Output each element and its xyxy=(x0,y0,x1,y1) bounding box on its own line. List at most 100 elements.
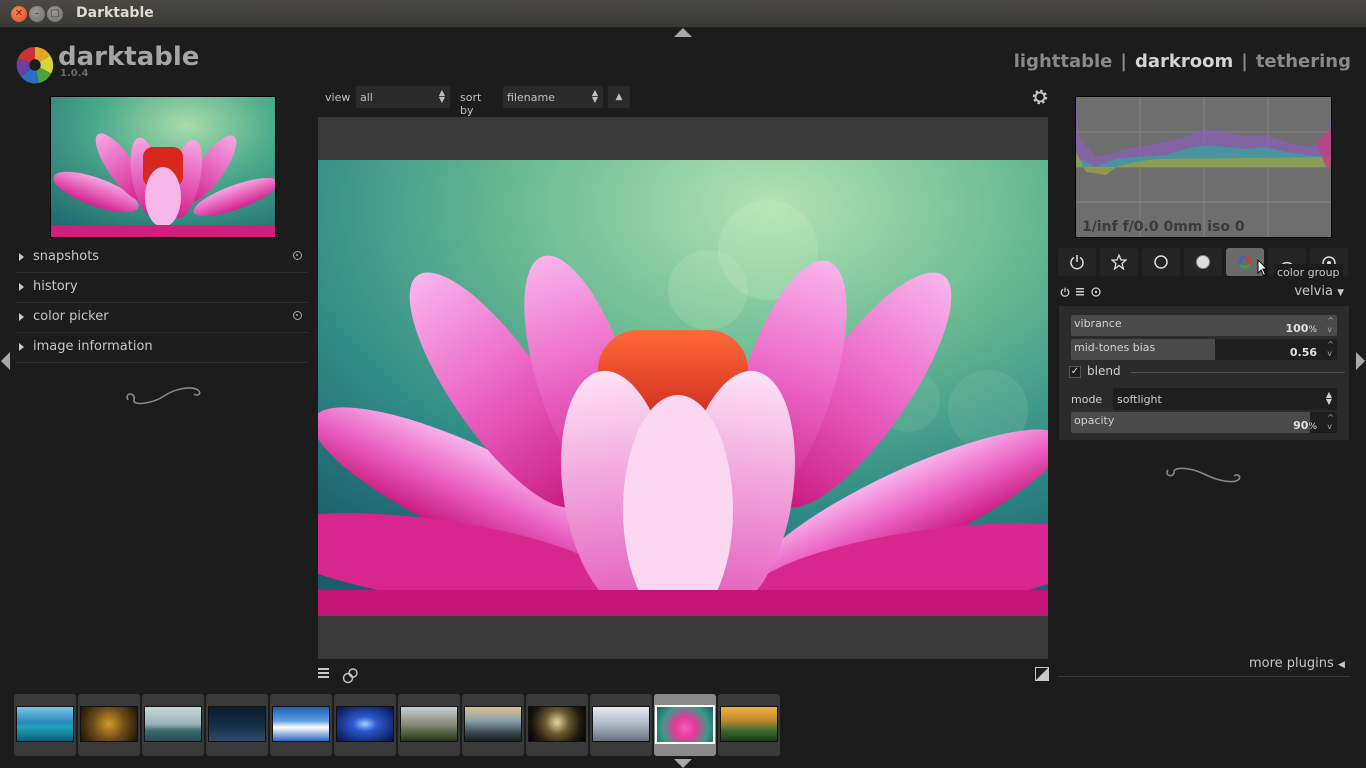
group-basic-button[interactable] xyxy=(1142,248,1180,276)
expand-triangle-icon xyxy=(19,253,24,261)
power-icon xyxy=(1070,255,1084,270)
filmstrip-thumbnail[interactable] xyxy=(78,694,140,756)
filmstrip-thumbnail-image xyxy=(464,706,522,742)
collapse-top-panel-arrow-icon[interactable] xyxy=(674,28,692,37)
blend-mode-row: mode softlight ▲ ▼ xyxy=(1071,388,1337,410)
collapse-left-panel-arrow-icon[interactable] xyxy=(1,352,10,370)
view-tethering[interactable]: tethering xyxy=(1256,51,1351,72)
close-window-button[interactable]: ✕ xyxy=(11,6,27,22)
blend-mode-combo[interactable]: softlight ▲ ▼ xyxy=(1113,388,1337,410)
filmstrip-thumbnail[interactable] xyxy=(142,694,204,756)
view-darkroom[interactable]: darkroom xyxy=(1135,51,1233,72)
blend-row: ✓ blend xyxy=(1069,364,1345,382)
module-name[interactable]: velvia ▼ xyxy=(1294,284,1344,299)
sort-direction-button[interactable]: ▲ xyxy=(608,86,630,108)
mid-tones-bias-value: 0.56 xyxy=(1289,346,1317,359)
filmstrip-thumbnail-image xyxy=(528,706,586,742)
history-panel[interactable]: history xyxy=(16,273,308,303)
opacity-label: opacity xyxy=(1074,414,1115,427)
group-favorites-button[interactable] xyxy=(1100,248,1138,276)
filmstrip-thumbnail-image xyxy=(400,706,458,742)
color-picker-panel[interactable]: color picker xyxy=(16,303,308,333)
filmstrip-thumbnail-image xyxy=(655,705,715,744)
filmstrip-thumbnail-image xyxy=(336,706,394,742)
quick-access-menu-icon[interactable] xyxy=(318,667,329,678)
module-enable-icon[interactable] xyxy=(1060,287,1070,297)
blend-checkbox[interactable]: ✓ xyxy=(1069,366,1081,378)
filmstrip-thumbnail[interactable] xyxy=(334,694,396,756)
star-icon xyxy=(1111,254,1127,270)
styles-icon[interactable] xyxy=(342,667,359,684)
image-information-panel[interactable]: image information xyxy=(16,333,308,363)
expand-triangle-icon xyxy=(19,343,24,351)
panel-end-ornament-icon xyxy=(1166,467,1241,483)
snapshots-label: snapshots xyxy=(33,249,100,264)
blend-label: blend xyxy=(1087,364,1121,378)
filmstrip-thumbnail[interactable] xyxy=(718,694,780,756)
filmstrip-thumbnail-image xyxy=(720,706,778,742)
collapse-bottom-panel-arrow-icon[interactable] xyxy=(674,759,692,768)
view-separator: | xyxy=(1241,51,1248,72)
gear-icon[interactable] xyxy=(1031,88,1049,106)
spin-arrows-icon[interactable]: ^ v xyxy=(1327,316,1334,334)
histogram[interactable]: 1/inf f/0.0 0mm iso 0 xyxy=(1075,96,1332,238)
spin-arrows-icon[interactable]: ^ v xyxy=(1327,340,1334,358)
history-label: history xyxy=(33,279,78,294)
sort-by-combo[interactable]: filename ▲ ▼ xyxy=(503,86,603,108)
updown-icon: ▲ ▼ xyxy=(591,88,598,104)
darktable-logo-icon xyxy=(16,46,54,84)
filmstrip-thumbnail-image xyxy=(272,706,330,742)
filmstrip-thumbnail[interactable] xyxy=(14,694,76,756)
more-plugins-button[interactable]: more plugins ◀ xyxy=(1249,656,1345,671)
velvia-module: vibrance 100% ^ v mid-tones bias 0.56 ^ v … xyxy=(1058,305,1350,441)
collapse-right-panel-arrow-icon[interactable] xyxy=(1356,352,1365,370)
vibrance-label: vibrance xyxy=(1074,317,1122,330)
filmstrip-thumbnail[interactable] xyxy=(398,694,460,756)
filmstrip-thumbnail[interactable] xyxy=(270,694,332,756)
sort-by-value: filename xyxy=(507,91,555,104)
navigation-thumbnail[interactable] xyxy=(50,96,276,238)
spin-arrows-icon[interactable]: ^ v xyxy=(1327,413,1334,431)
half-circle-icon xyxy=(1196,255,1210,269)
filmstrip-thumbnail[interactable] xyxy=(462,694,524,756)
view-switcher: lighttable | darkroom | tethering xyxy=(1014,51,1351,72)
color-wheel-icon xyxy=(1238,255,1252,269)
minimize-window-button[interactable]: – xyxy=(29,6,45,22)
color-picker-label: color picker xyxy=(33,309,109,324)
image-canvas[interactable] xyxy=(318,117,1048,659)
dropdown-arrow-icon: ▼ xyxy=(1337,288,1344,298)
group-tone-button[interactable] xyxy=(1184,248,1222,276)
mouse-cursor-icon xyxy=(1257,259,1269,277)
filmstrip-thumbnail[interactable] xyxy=(206,694,268,756)
collapse-arrow-icon: ◀ xyxy=(1337,660,1345,670)
expand-triangle-icon xyxy=(19,283,24,291)
circle-icon xyxy=(1154,255,1168,269)
expand-triangle-icon xyxy=(19,313,24,321)
opacity-value: 90% xyxy=(1293,419,1317,432)
filmstrip-thumbnail[interactable] xyxy=(654,694,716,756)
module-menu-icon[interactable] xyxy=(1076,288,1084,296)
mid-tones-bias-label: mid-tones bias xyxy=(1074,341,1156,354)
main-photo xyxy=(318,160,1048,616)
maximize-window-button[interactable]: ▢ xyxy=(47,6,63,22)
view-filter-combo[interactable]: all ▲ ▼ xyxy=(356,86,450,108)
preset-icon[interactable] xyxy=(293,251,302,260)
sort-by-label: sort by xyxy=(460,91,482,117)
overexposure-toggle-icon[interactable] xyxy=(1035,667,1049,681)
view-filter-value: all xyxy=(360,91,373,104)
preset-icon[interactable] xyxy=(293,311,302,320)
module-header: velvia ▼ xyxy=(1058,284,1350,302)
group-active-modules-button[interactable] xyxy=(1058,248,1096,276)
snapshots-panel[interactable]: snapshots xyxy=(16,243,308,273)
module-presets-icon[interactable] xyxy=(1091,287,1101,297)
opacity-slider[interactable]: opacity 90% ^ v xyxy=(1071,412,1337,433)
view-separator: | xyxy=(1120,51,1127,72)
vibrance-slider[interactable]: vibrance 100% ^ v xyxy=(1071,315,1337,336)
filmstrip-thumbnail[interactable] xyxy=(590,694,652,756)
filmstrip-thumbnail[interactable] xyxy=(526,694,588,756)
window-title: Darktable xyxy=(76,5,154,21)
filmstrip-thumbnail-image xyxy=(592,706,650,742)
mid-tones-bias-slider[interactable]: mid-tones bias 0.56 ^ v xyxy=(1071,339,1337,360)
view-lighttable[interactable]: lighttable xyxy=(1014,51,1113,72)
view-filter-label: view xyxy=(325,91,351,104)
